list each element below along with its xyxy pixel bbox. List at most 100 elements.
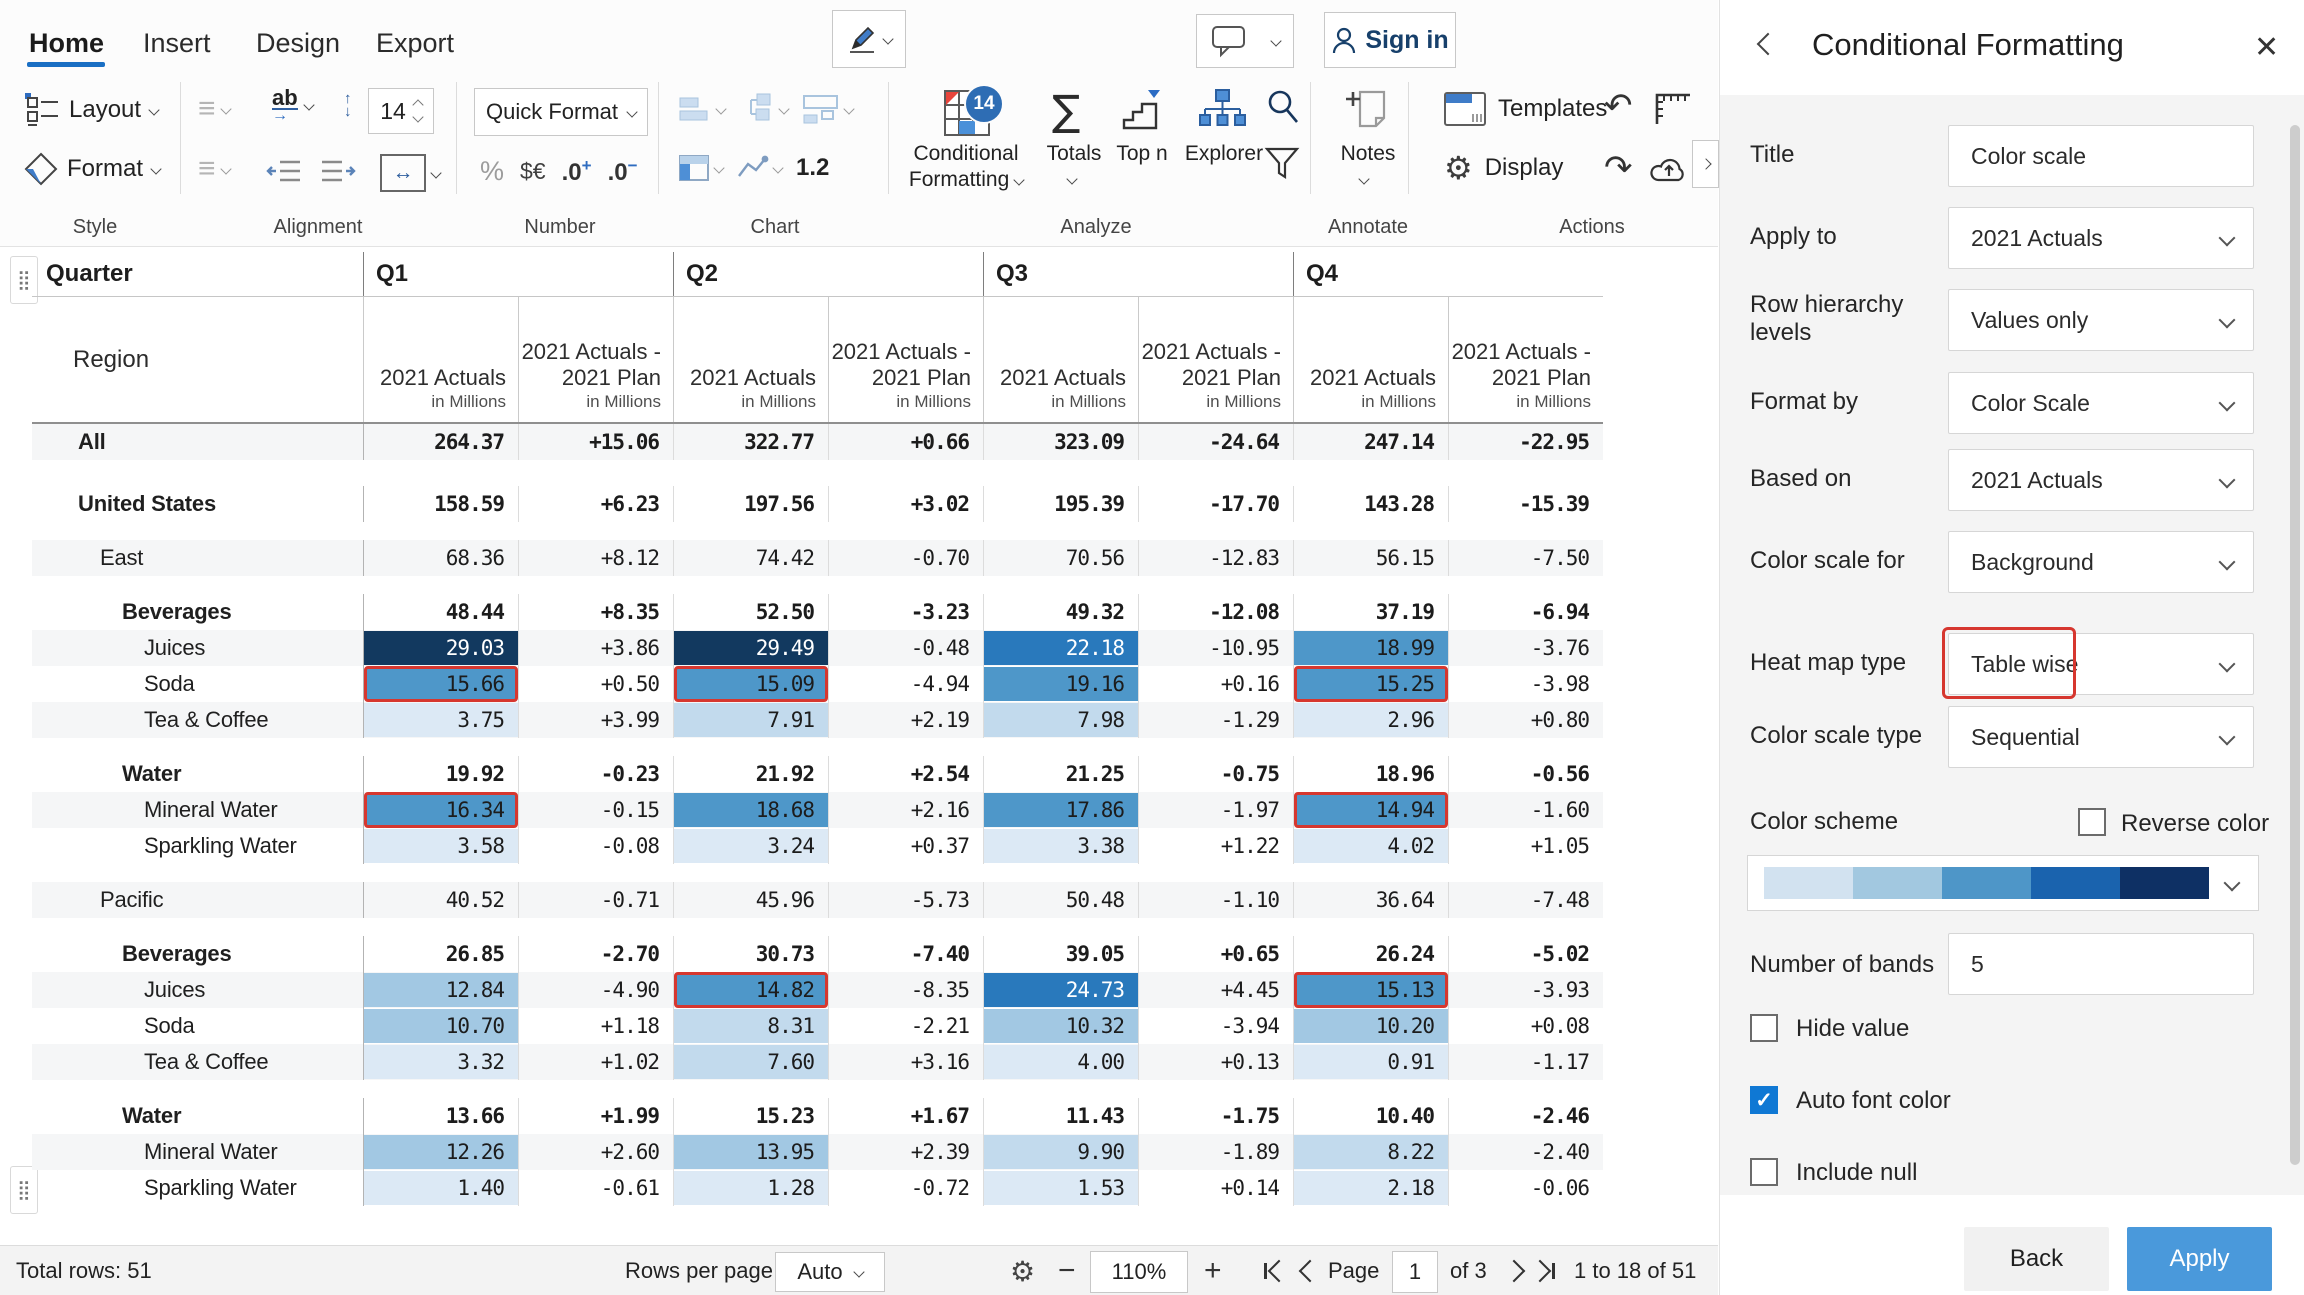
explorer-button[interactable] — [1198, 88, 1246, 137]
table-row[interactable]: Tea & Coffee3.75+3.997.91+2.197.98-1.292… — [32, 702, 1603, 738]
value-cell[interactable]: +2.19 — [828, 702, 983, 738]
value-cell[interactable]: 19.16 — [983, 666, 1138, 702]
value-cell[interactable]: -3.76 — [1448, 630, 1603, 666]
table-row[interactable]: Sparkling Water3.58-0.083.24+0.373.38+1.… — [32, 828, 1603, 864]
title-input[interactable]: Color scale — [1948, 125, 2254, 187]
panel-back-button[interactable] — [1760, 36, 1776, 57]
value-cell[interactable]: -1.60 — [1448, 792, 1603, 828]
value-cell[interactable]: 7.98 — [983, 702, 1138, 738]
value-cell[interactable]: -24.64 — [1138, 424, 1293, 460]
conditional-formatting-button[interactable]: 14 — [944, 90, 990, 136]
value-cell[interactable]: +3.86 — [518, 630, 673, 666]
table-row[interactable]: Juices12.84-4.9014.82-8.3524.73+4.4515.1… — [32, 972, 1603, 1008]
value-cell[interactable]: -17.70 — [1138, 486, 1293, 522]
value-cell[interactable]: -4.94 — [828, 666, 983, 702]
value-cell[interactable]: 30.73 — [673, 936, 828, 972]
currency-format-button[interactable]: $€ — [520, 158, 546, 185]
value-cell[interactable]: +2.60 — [518, 1134, 673, 1170]
value-cell[interactable]: -1.29 — [1138, 702, 1293, 738]
value-cell[interactable]: 24.73 — [983, 972, 1138, 1008]
vertical-align-button[interactable]: ≡ — [198, 152, 230, 186]
value-cell[interactable]: 4.02 — [1293, 828, 1448, 864]
value-cell[interactable]: -0.06 — [1448, 1170, 1603, 1206]
value-cell[interactable]: 52.50 — [673, 594, 828, 630]
table-row[interactable]: Mineral Water16.34-0.1518.68+2.1617.86-1… — [32, 792, 1603, 828]
value-cell[interactable]: -22.95 — [1448, 424, 1603, 460]
value-cell[interactable]: +3.16 — [828, 1044, 983, 1080]
next-page-button[interactable] — [1506, 1246, 1522, 1295]
value-cell[interactable]: -2.40 — [1448, 1134, 1603, 1170]
value-cell[interactable]: +0.80 — [1448, 702, 1603, 738]
apply-button[interactable]: Apply — [2127, 1227, 2272, 1291]
value-cell[interactable]: -0.08 — [518, 828, 673, 864]
actuals-column-header[interactable]: 2021 Actualsin Millions — [983, 297, 1138, 422]
hierarchy-chart-button[interactable] — [739, 92, 788, 126]
value-cell[interactable]: 10.70 — [363, 1008, 518, 1044]
value-cell[interactable]: 3.58 — [363, 828, 518, 864]
value-cell[interactable]: +4.45 — [1138, 972, 1293, 1008]
value-cell[interactable]: 10.20 — [1293, 1008, 1448, 1044]
close-icon[interactable]: ✕ — [2254, 30, 2279, 65]
value-cell[interactable]: 14.82 — [673, 972, 828, 1008]
value-cell[interactable]: +0.50 — [518, 666, 673, 702]
value-cell[interactable]: -0.75 — [1138, 756, 1293, 792]
apply-to-select[interactable]: 2021 Actuals — [1948, 207, 2254, 269]
value-cell[interactable]: 143.28 — [1293, 486, 1448, 522]
delta-column-header[interactable]: 2021 Actuals -2021 Planin Millions — [1138, 297, 1293, 422]
delta-column-header[interactable]: 2021 Actuals -2021 Planin Millions — [1448, 297, 1603, 422]
value-cell[interactable]: +0.66 — [828, 424, 983, 460]
value-cell[interactable]: 29.49 — [673, 630, 828, 666]
undo-button[interactable]: ↶ — [1604, 86, 1633, 126]
reverse-color-checkbox[interactable] — [2078, 808, 2106, 836]
based-on-select[interactable]: 2021 Actuals — [1948, 449, 2254, 511]
format-button[interactable]: Format — [24, 152, 160, 186]
quarter-header-q4[interactable]: Q4 — [1293, 252, 1603, 296]
value-cell[interactable]: 26.24 — [1293, 936, 1448, 972]
value-cell[interactable]: -0.56 — [1448, 756, 1603, 792]
value-cell[interactable]: 39.05 — [983, 936, 1138, 972]
value-cell[interactable]: +0.37 — [828, 828, 983, 864]
value-cell[interactable]: +0.13 — [1138, 1044, 1293, 1080]
top-n-button[interactable] — [1118, 88, 1164, 137]
increase-decimal-button[interactable]: .0+ — [562, 156, 592, 187]
value-cell[interactable]: 10.40 — [1293, 1098, 1448, 1134]
search-button[interactable] — [1264, 88, 1302, 131]
value-cell[interactable]: 17.86 — [983, 792, 1138, 828]
delta-column-header[interactable]: 2021 Actuals -2021 Planin Millions — [828, 297, 983, 422]
value-cell[interactable]: -2.21 — [828, 1008, 983, 1044]
value-cell[interactable]: 323.09 — [983, 424, 1138, 460]
filter-button[interactable] — [1264, 146, 1300, 185]
comment-dropdown-button[interactable] — [1259, 14, 1294, 68]
value-cell[interactable]: 21.92 — [673, 756, 828, 792]
value-cell[interactable]: -5.73 — [828, 882, 983, 918]
value-cell[interactable]: 18.68 — [673, 792, 828, 828]
hide-value-checkbox[interactable] — [1750, 1014, 1778, 1042]
first-page-button[interactable] — [1264, 1246, 1287, 1295]
value-cell[interactable]: -7.40 — [828, 936, 983, 972]
sign-in-button[interactable]: Sign in — [1324, 12, 1456, 68]
value-cell[interactable]: 197.56 — [673, 486, 828, 522]
totals-chevron[interactable] — [1068, 170, 1076, 188]
tab-home[interactable]: Home — [29, 28, 104, 59]
value-cell[interactable]: 195.39 — [983, 486, 1138, 522]
value-cell[interactable]: +2.54 — [828, 756, 983, 792]
value-cell[interactable]: 45.96 — [673, 882, 828, 918]
value-cell[interactable]: +1.67 — [828, 1098, 983, 1134]
value-cell[interactable]: 3.75 — [363, 702, 518, 738]
rows-per-page-select[interactable]: Auto — [775, 1252, 885, 1292]
tab-insert[interactable]: Insert — [143, 28, 211, 59]
value-cell[interactable]: 9.90 — [983, 1134, 1138, 1170]
value-cell[interactable]: 18.96 — [1293, 756, 1448, 792]
font-size-stepper[interactable] — [414, 101, 422, 121]
table-row[interactable]: Soda10.70+1.188.31-2.2110.32-3.9410.20+0… — [32, 1008, 1603, 1044]
value-cell[interactable]: +6.23 — [518, 486, 673, 522]
color-scale-for-select[interactable]: Background — [1948, 531, 2254, 593]
value-cell[interactable]: 15.66 — [363, 666, 518, 702]
value-cell[interactable]: 10.32 — [983, 1008, 1138, 1044]
value-cell[interactable]: 247.14 — [1293, 424, 1448, 460]
color-scale-type-select[interactable]: Sequential — [1948, 706, 2254, 768]
quick-format-button[interactable]: Quick Format — [474, 88, 648, 136]
value-cell[interactable]: -2.70 — [518, 936, 673, 972]
value-cell[interactable]: 4.00 — [983, 1044, 1138, 1080]
value-cell[interactable]: +8.35 — [518, 594, 673, 630]
